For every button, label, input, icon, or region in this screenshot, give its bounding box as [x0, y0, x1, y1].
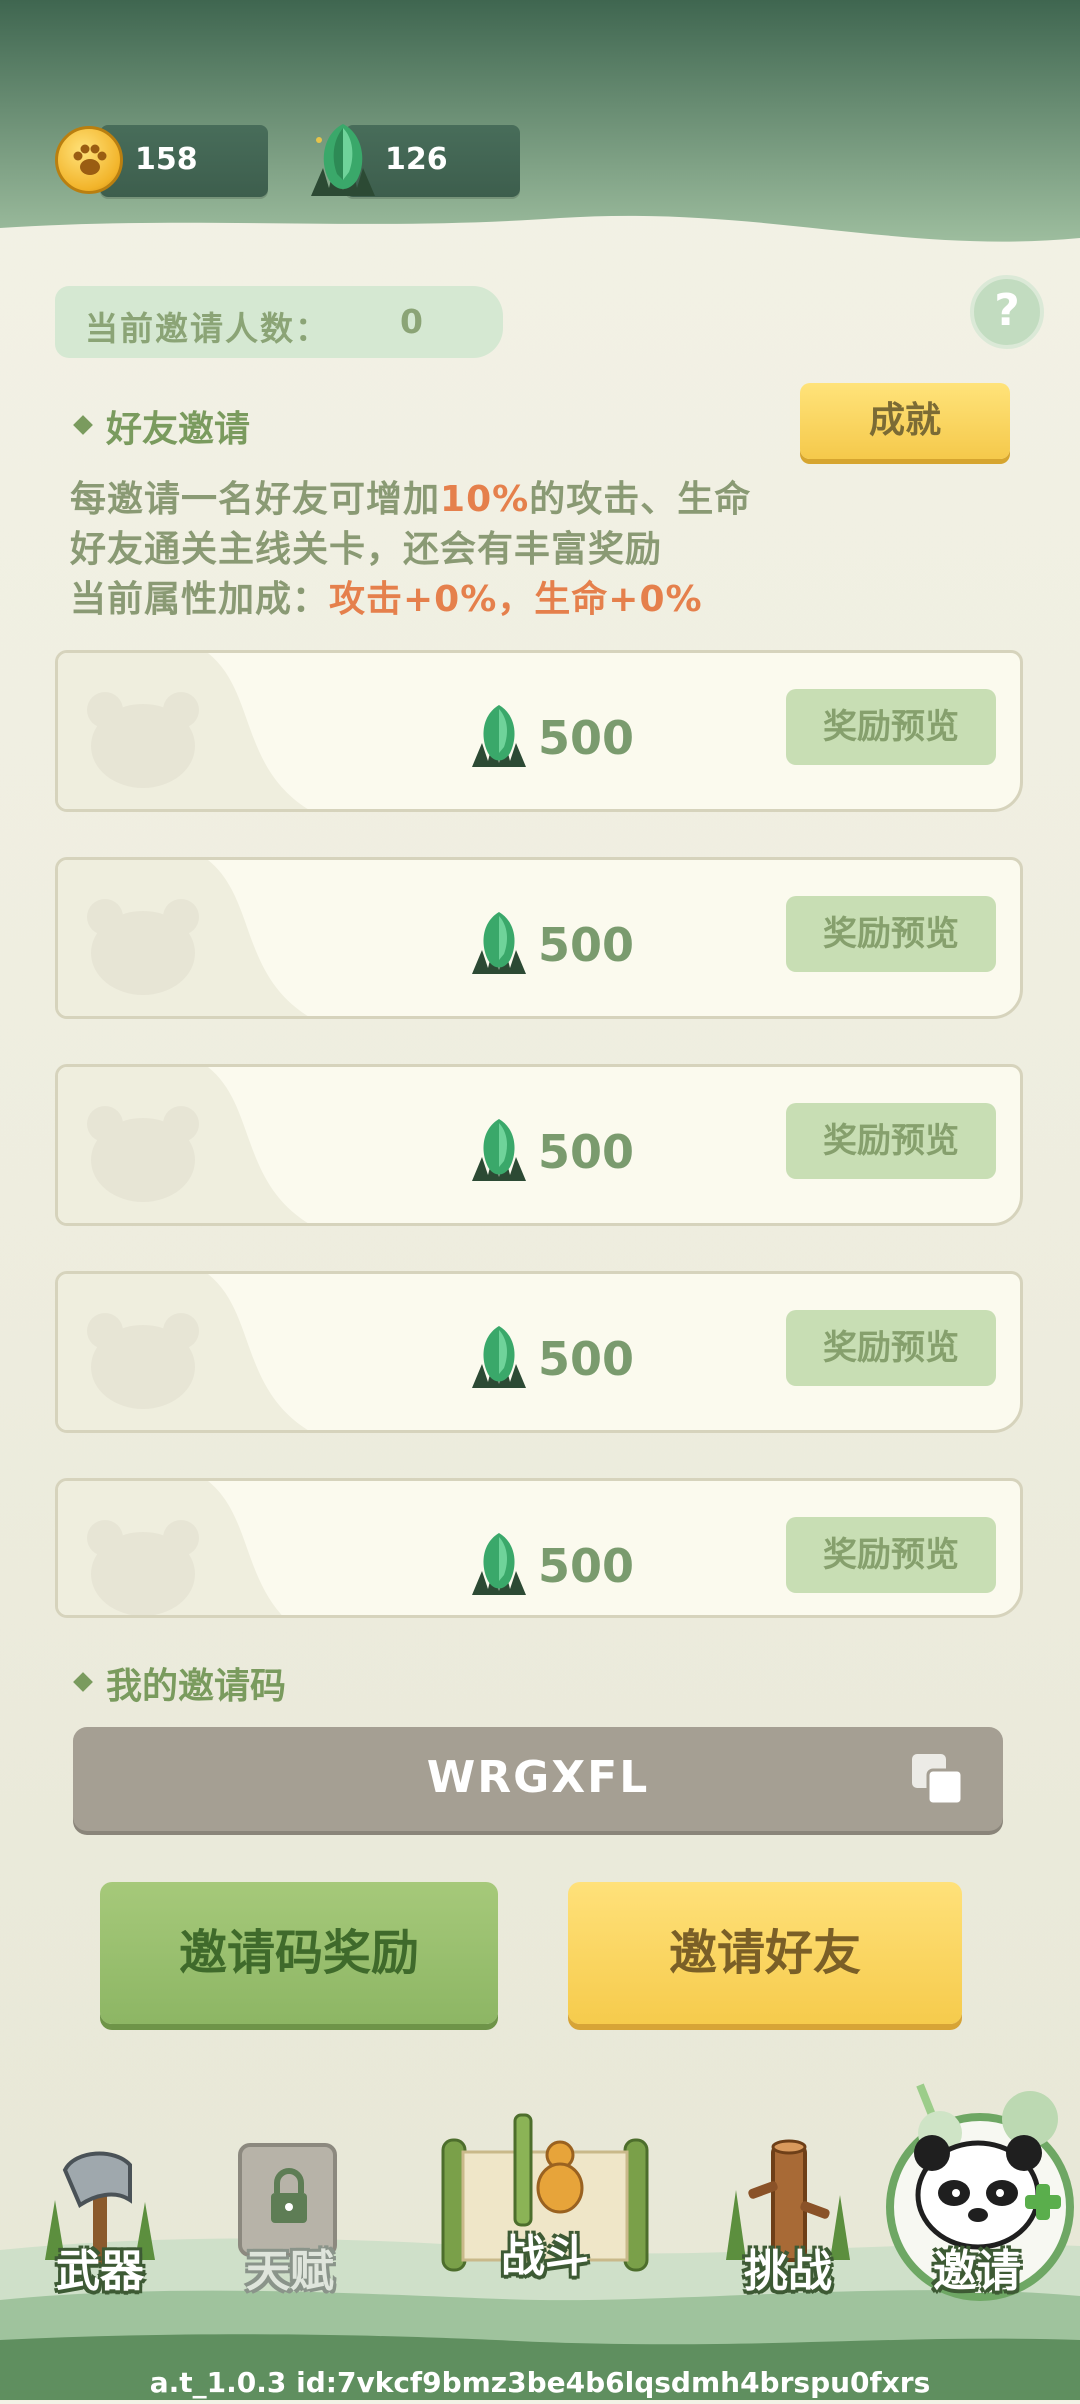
nav-talent-label: 天赋 — [246, 2246, 334, 2297]
invite-slot: 500 奖励预览 — [55, 1478, 1023, 1618]
invite-desc-line2: 好友通关主线关卡，还会有丰富奖励 — [70, 529, 663, 570]
nav-invite-label: 邀请 — [933, 2246, 1021, 2297]
reward-amount: 500 — [538, 1539, 635, 1593]
achievement-button[interactable]: 成就 — [800, 383, 1010, 459]
jade-gem-icon — [472, 912, 526, 974]
section-bullet-icon — [73, 415, 93, 435]
invite-code-value: WRGXFL — [426, 1752, 650, 1803]
invite-friends-button[interactable]: 邀请好友 — [568, 1882, 962, 2024]
invite-slot: 500 奖励预览 — [55, 857, 1023, 1019]
nav-challenge-label: 挑战 — [744, 2246, 832, 2297]
my-code-title: 我的邀请码 — [106, 1666, 287, 1707]
gem-count: 126 — [385, 142, 448, 177]
jade-gem-icon — [472, 1533, 526, 1595]
invite-code-reward-button[interactable]: 邀请码奖励 — [100, 1882, 498, 2024]
friend-invite-title: 好友邀请 — [106, 409, 251, 450]
invite-slot: 500 奖励预览 — [55, 1271, 1023, 1433]
reward-amount: 500 — [538, 918, 635, 972]
reward-preview-button[interactable]: 奖励预览 — [786, 896, 996, 972]
paw-count: 158 — [135, 142, 198, 177]
nav-weapon[interactable]: 武器 — [35, 2140, 165, 2297]
jade-gem-icon — [472, 1119, 526, 1181]
empty-friend-avatar-icon — [87, 899, 199, 995]
invite-slot: 500 奖励预览 — [55, 650, 1023, 812]
nav-invite[interactable]: 邀请 — [880, 2075, 1075, 2319]
reward-preview-button[interactable]: 奖励预览 — [786, 689, 996, 765]
nav-talent[interactable]: 天赋 — [225, 2135, 355, 2297]
nav-weapon-label: 武器 — [56, 2246, 144, 2297]
reward-preview-button[interactable]: 奖励预览 — [786, 1517, 996, 1593]
copy-icon[interactable] — [910, 1752, 966, 1812]
jade-gem-icon — [472, 1326, 526, 1388]
nav-battle-label: 战斗 — [501, 2231, 589, 2282]
reward-preview-button[interactable]: 奖励预览 — [786, 1310, 996, 1386]
invite-desc-line1: 每邀请一名好友可增加10%的攻击、生命 — [70, 479, 752, 520]
invite-desc-line3: 当前属性加成：攻击+0%，生命+0% — [70, 579, 703, 620]
empty-friend-avatar-icon — [87, 1106, 199, 1202]
reward-amount: 500 — [538, 1332, 635, 1386]
invite-friends-label: 邀请好友 — [668, 1925, 861, 1981]
paw-coin-icon — [55, 126, 123, 194]
jade-gem-icon — [305, 118, 381, 204]
empty-friend-avatar-icon — [87, 1520, 199, 1615]
reward-preview-button[interactable]: 奖励预览 — [786, 1103, 996, 1179]
invite-slot: 500 奖励预览 — [55, 1064, 1023, 1226]
reward-amount: 500 — [538, 711, 635, 765]
jade-gem-icon — [472, 705, 526, 767]
empty-friend-avatar-icon — [87, 692, 199, 788]
invite-code-reward-label: 邀请码奖励 — [178, 1925, 419, 1981]
reward-amount: 500 — [538, 1125, 635, 1179]
invite-count-value: 0 — [400, 302, 423, 341]
empty-friend-avatar-icon — [87, 1313, 199, 1409]
invite-count-label: 当前邀请人数： — [85, 309, 330, 348]
nav-battle[interactable]: 战斗 — [435, 2110, 655, 2284]
version-text: a.t_1.0.3 id:7vkcf9bmz3be4b6lqsdmh4brspu… — [149, 2366, 931, 2399]
help-button[interactable]: ? — [970, 275, 1044, 349]
section-bullet-icon — [73, 1672, 93, 1692]
nav-challenge[interactable]: 挑战 — [718, 2135, 858, 2297]
